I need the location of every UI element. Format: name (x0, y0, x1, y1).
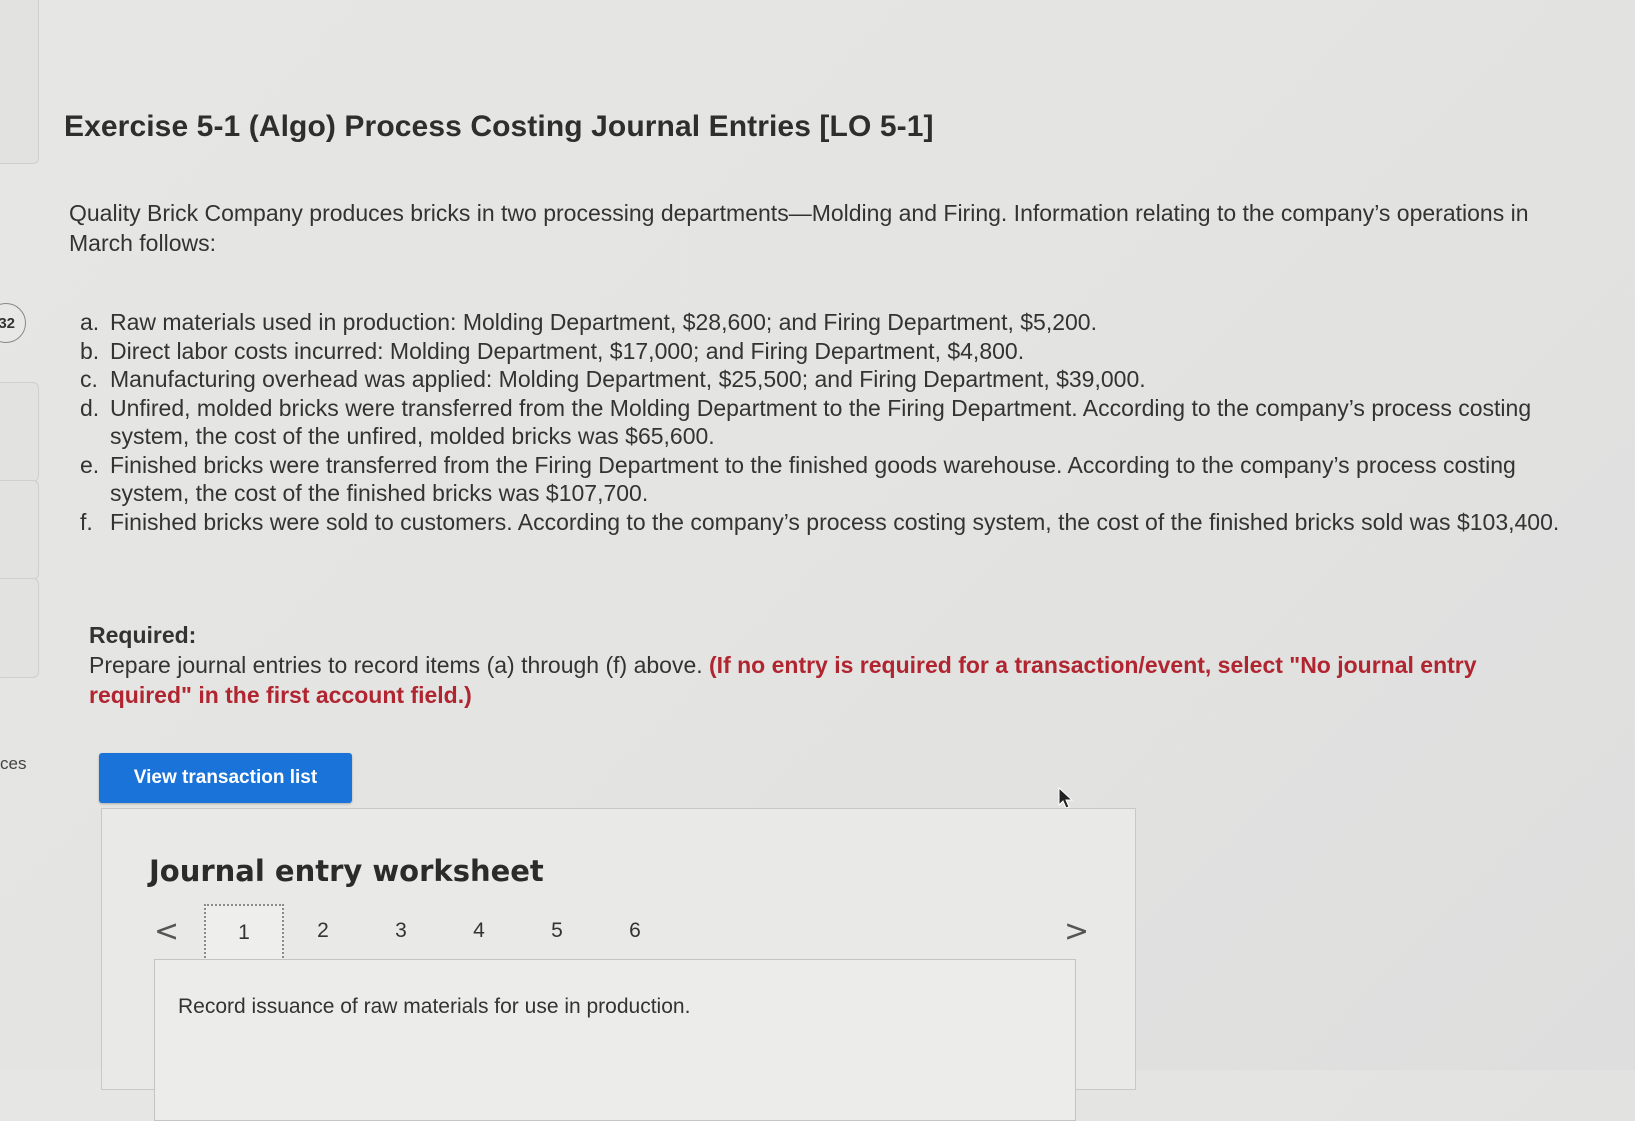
item-marker: e. (80, 451, 100, 478)
item-text: Finished bricks were transferred from th… (110, 451, 1516, 507)
required-section: Required: Prepare journal entries to rec… (89, 620, 1559, 710)
item-text: Raw materials used in production: Moldin… (110, 309, 1097, 335)
rail-label[interactable]: ces (0, 754, 26, 774)
transaction-item: e. Finished bricks were transferred from … (80, 451, 1580, 508)
item-marker: c. (80, 366, 98, 392)
item-marker: f. (80, 508, 93, 535)
rail-card (0, 480, 39, 580)
rail-card (0, 382, 39, 482)
item-text: Manufacturing overhead was applied: Mold… (110, 366, 1146, 392)
item-marker: d. (80, 394, 100, 421)
chevron-right-icon[interactable]: > (1064, 912, 1089, 952)
exercise-intro: Quality Brick Company produces bricks in… (69, 200, 1529, 256)
left-rail: 32 ces (0, 0, 44, 1070)
entry-description: Record issuance of raw materials for use… (178, 995, 691, 1018)
question-number-badge[interactable]: 32 (0, 303, 26, 343)
journal-entry-worksheet: Journal entry worksheet < 1 2 3 4 5 6 > … (101, 808, 1136, 1121)
transaction-item: f. Finished bricks were sold to customers… (80, 508, 1580, 537)
transaction-item: d. Unfired, molded bricks were transferre… (80, 394, 1580, 451)
worksheet-title: Journal entry worksheet (149, 854, 544, 888)
item-text: Direct labor costs incurred: Molding Dep… (110, 337, 1025, 364)
chevron-left-icon[interactable]: < (154, 912, 179, 952)
required-text: Prepare journal entries to record items … (89, 652, 703, 678)
item-marker: a. (80, 309, 100, 335)
transaction-item: b. Direct labor costs incurred: Molding D… (80, 337, 1580, 366)
transaction-item: a. Raw materials used in production: Mold… (80, 308, 1580, 337)
item-text: Finished bricks were sold to customers. … (110, 508, 1560, 535)
transaction-item: c. Manufacturing overhead was applied: Mo… (80, 365, 1580, 394)
transaction-list: a. Raw materials used in production: Mold… (80, 308, 1580, 536)
exercise-title: Exercise 5-1 (Algo) Process Costing Jour… (64, 110, 934, 143)
required-heading: Required: (89, 622, 197, 648)
item-marker: b. (80, 337, 100, 364)
entry-panel: Record issuance of raw materials for use… (154, 959, 1076, 1121)
rail-card (0, 0, 39, 164)
item-text: Unfired, molded bricks were transferred … (110, 394, 1532, 450)
view-transaction-list-button[interactable]: View transaction list (99, 753, 352, 803)
rail-card (0, 578, 39, 678)
